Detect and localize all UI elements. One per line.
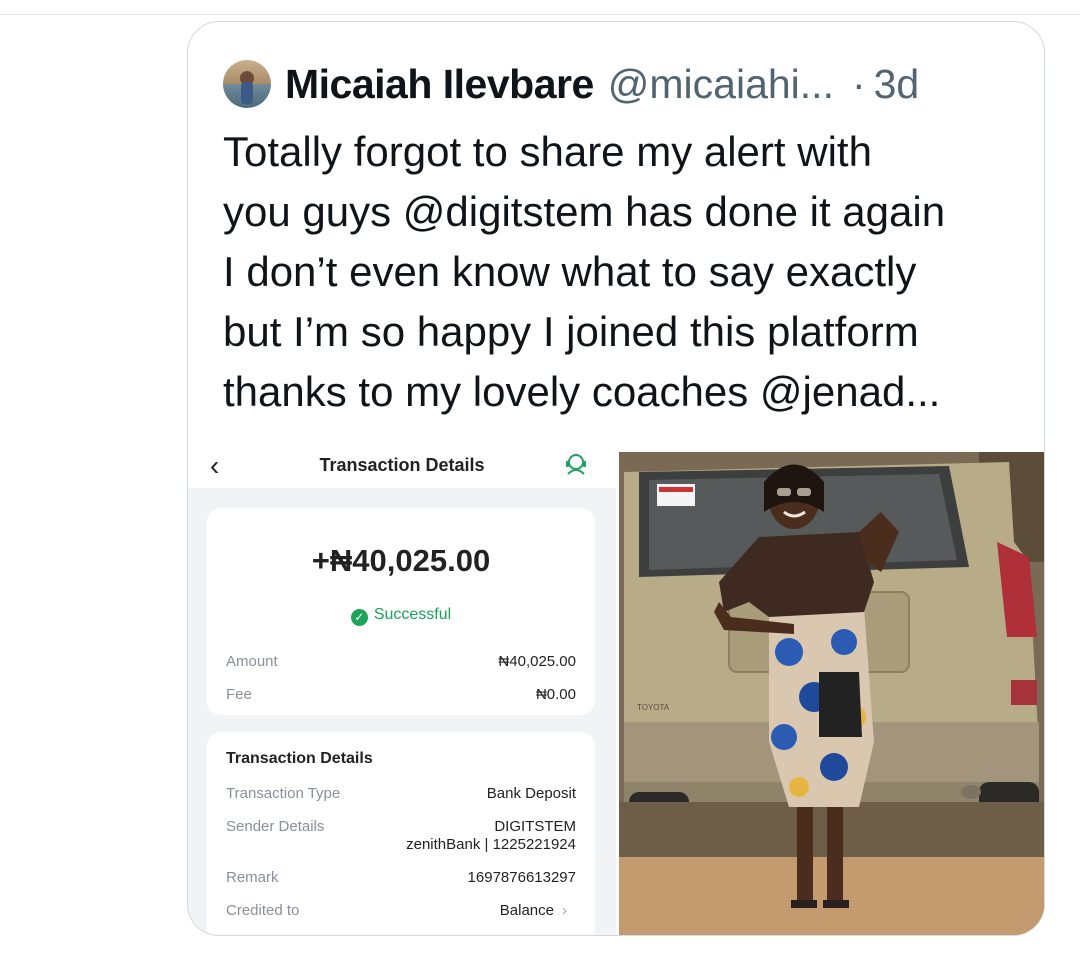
support-icon — [566, 454, 586, 475]
photo-illustration: TOYOTA — [619, 452, 1044, 935]
sender-details-label: Sender Details — [226, 818, 325, 835]
author-name[interactable]: Micaiah Ilevbare — [285, 61, 594, 108]
sender-name-value: DIGITSTEM — [494, 818, 576, 835]
transaction-receipt-image[interactable]: ‹ Transaction Details +₦40,025.00 ✓ Succe… — [188, 452, 616, 935]
top-divider — [0, 14, 1080, 15]
credited-to-value[interactable]: Balance › — [500, 902, 567, 919]
status-text: Successful — [373, 606, 452, 623]
amount-label: Amount — [226, 653, 278, 670]
amount-summary-box: +₦40,025.00 ✓ Successful Amount ₦40,025.0… — [207, 508, 595, 715]
fee-label: Fee — [226, 686, 252, 703]
transaction-type-label: Transaction Type — [226, 785, 341, 802]
remark-value: 1697876613297 — [467, 869, 576, 886]
receipt-title: Transaction Details — [319, 455, 485, 475]
tweet-text: Totally forgot to share my alert with yo… — [223, 128, 946, 415]
check-circle-icon: ✓ — [350, 609, 368, 626]
credited-to-text: Balance — [499, 902, 554, 919]
sender-bank-value: zenithBank | 1225221924 — [406, 836, 576, 853]
woman-with-car-photo[interactable]: TOYOTA — [619, 452, 1044, 935]
chevron-right-icon: › — [562, 902, 567, 919]
separator-dot: · — [851, 60, 866, 107]
tweet-header: Micaiah Ilevbare @micaiahi... · 3d — [223, 54, 1014, 114]
status-badge: ✓ Successful — [207, 606, 595, 626]
details-heading: Transaction Details — [226, 750, 373, 767]
remark-label: Remark — [226, 869, 279, 886]
tweet-timestamp[interactable]: 3d — [874, 61, 920, 108]
amount-value: ₦40,025.00 — [498, 653, 576, 670]
fee-value: ₦0.00 — [535, 686, 576, 703]
transaction-amount: +₦40,025.00 — [311, 543, 491, 578]
transaction-details-box: Transaction Details Transaction Type Ban… — [207, 732, 595, 935]
car-badge-text: TOYOTA — [637, 703, 670, 712]
transaction-type-value: Bank Deposit — [486, 785, 576, 802]
receipt-header: ‹ Transaction Details — [188, 452, 616, 488]
author-avatar[interactable] — [223, 60, 271, 108]
credited-to-label: Credited to — [226, 902, 300, 919]
quoted-tweet-card[interactable]: Micaiah Ilevbare @micaiahi... · 3d Total… — [187, 21, 1045, 936]
author-handle[interactable]: @micaiahi... — [608, 61, 834, 108]
